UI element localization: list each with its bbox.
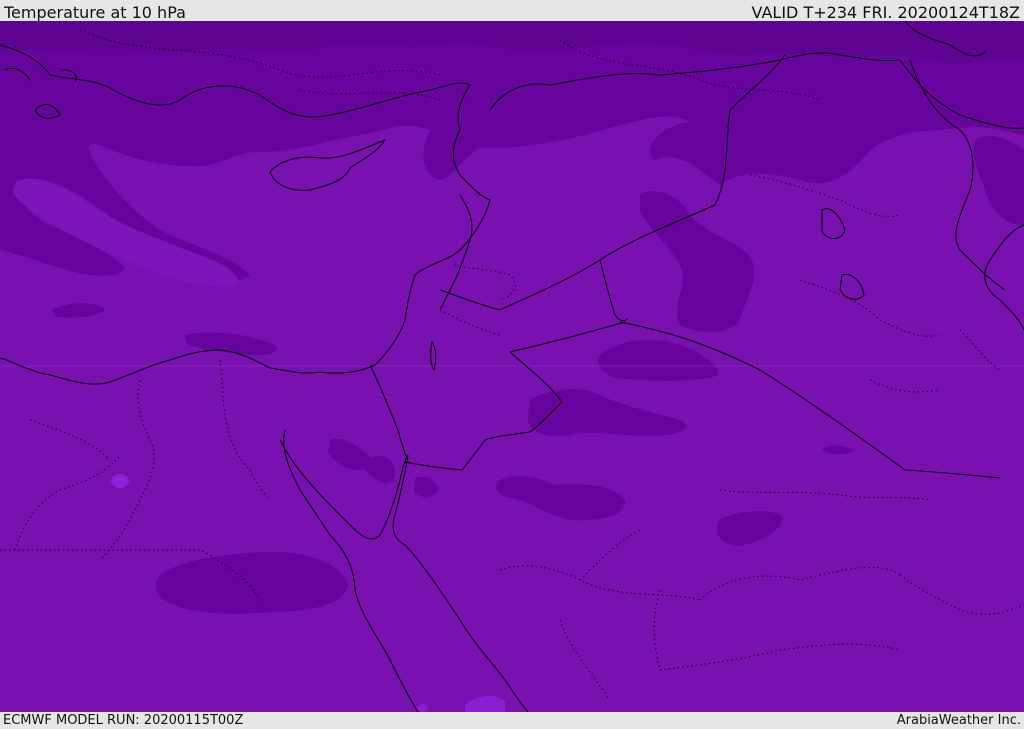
warm-spot-libya (111, 474, 129, 488)
map-canvas (0, 21, 1024, 712)
warm-spot-sudan-small (418, 704, 428, 712)
footer-bar: ECMWF MODEL RUN: 20200115T00Z ArabiaWeat… (0, 712, 1024, 729)
model-run-label: ECMWF MODEL RUN: 20200115T00Z (3, 713, 244, 728)
header-bar: Temperature at 10 hPa VALID T+234 FRI. 2… (0, 0, 1024, 22)
credit-label: ArabiaWeather Inc. (896, 713, 1021, 728)
map-title: Temperature at 10 hPa (4, 3, 186, 22)
valid-time: VALID T+234 FRI. 20200124T18Z (751, 3, 1020, 22)
temperature-map[interactable] (0, 21, 1024, 712)
